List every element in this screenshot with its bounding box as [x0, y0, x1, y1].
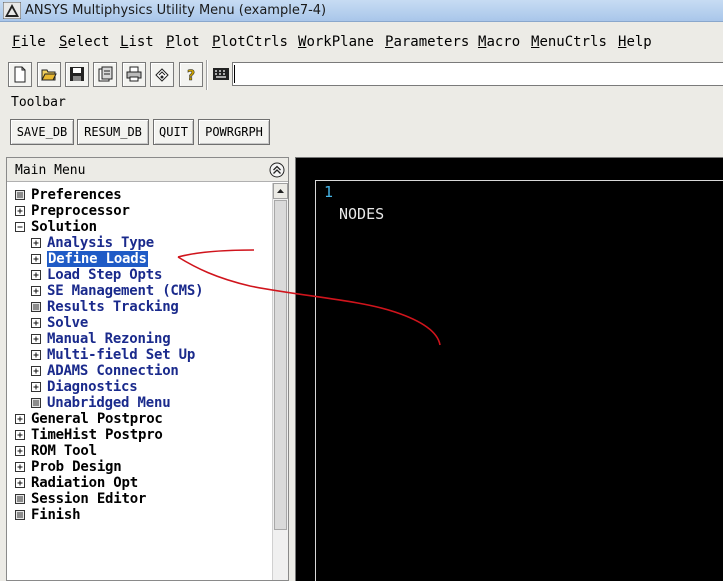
image-capture-button[interactable]: [150, 62, 174, 87]
report-icon: [98, 66, 113, 82]
menu-macro[interactable]: Macro: [478, 34, 520, 50]
menu-tree-label: Analysis Type: [47, 235, 154, 251]
expand-plus-icon[interactable]: [31, 318, 41, 328]
window-number: 1: [324, 183, 334, 201]
toolbar-label: Toolbar: [11, 95, 66, 110]
svg-text:?: ?: [187, 68, 195, 83]
menu-tree-label: Define Loads: [47, 251, 148, 267]
vertical-scrollbar[interactable]: [272, 183, 288, 580]
help-button[interactable]: ?: [179, 62, 203, 87]
open-folder-icon: [41, 69, 57, 81]
text-caret: [234, 65, 235, 83]
menu-workplane[interactable]: WorkPlane: [298, 34, 374, 50]
expand-plus-icon[interactable]: [31, 334, 41, 344]
menu-tree-label: Manual Rezoning: [47, 331, 171, 347]
save-db-button[interactable]: SAVE_DB: [10, 119, 74, 145]
menu-tree-label: Load Step Opts: [47, 267, 163, 283]
new-file-icon: [14, 66, 26, 83]
quit-button[interactable]: QUIT: [153, 119, 194, 145]
expand-plus-icon[interactable]: [15, 430, 25, 440]
menu-tree-label: Finish: [31, 507, 81, 523]
leaf-item-icon: [31, 398, 41, 408]
new-file-button[interactable]: [8, 62, 32, 87]
menu-bar: File Select List Plot PlotCtrls WorkPlane Para…: [0, 28, 723, 56]
plot-title: NODES: [339, 205, 385, 223]
scroll-up-button[interactable]: [273, 183, 288, 199]
expand-plus-icon[interactable]: [31, 286, 41, 296]
menu-tree-label: Unabridged Menu: [47, 395, 171, 411]
scroll-thumb[interactable]: [274, 200, 287, 530]
print-icon: [126, 66, 142, 82]
save-button[interactable]: [65, 62, 89, 87]
expand-plus-icon[interactable]: [15, 462, 25, 472]
collapse-up-icon[interactable]: [269, 162, 285, 178]
main-menu-header: Main Menu: [7, 158, 288, 182]
leaf-item-icon: [15, 190, 25, 200]
menu-tree-label: Radiation Opt: [31, 475, 138, 491]
main-menu-panel: Main Menu Preferences Preprocessor Solutio…: [6, 157, 289, 581]
menu-tree-label: Preprocessor: [31, 203, 130, 219]
menu-tree-label: Prob Design: [31, 459, 122, 475]
expand-plus-icon[interactable]: [31, 350, 41, 360]
menu-file[interactable]: File: [12, 34, 46, 50]
arrow-up-icon: [277, 189, 284, 193]
leaf-item-icon: [15, 494, 25, 504]
menu-help[interactable]: Help: [618, 34, 652, 50]
menu-tree-label: Results Tracking: [47, 299, 179, 315]
expand-plus-icon[interactable]: [31, 254, 41, 264]
leaf-item-icon: [15, 510, 25, 520]
toolbar-separator: [206, 60, 208, 90]
expand-plus-icon[interactable]: [15, 446, 25, 456]
menu-tree-label: Multi-field Set Up: [47, 347, 196, 363]
window-title: ANSYS Multiphysics Utility Menu (example…: [25, 3, 327, 18]
menu-tree-label: Session Editor: [31, 491, 147, 507]
main-menu-title: Main Menu: [15, 163, 86, 178]
menu-list[interactable]: List: [120, 34, 154, 50]
command-input[interactable]: [232, 62, 723, 86]
image-capture-icon: [155, 68, 169, 82]
expand-plus-icon[interactable]: [31, 366, 41, 376]
print-button[interactable]: [122, 62, 146, 87]
resum-db-button[interactable]: RESUM_DB: [77, 119, 149, 145]
collapse-minus-icon[interactable]: [15, 222, 25, 232]
expand-plus-icon[interactable]: [31, 382, 41, 392]
open-file-button[interactable]: [37, 62, 61, 87]
expand-plus-icon[interactable]: [15, 478, 25, 488]
keyboard-icon: [213, 68, 229, 80]
menu-tree-label: ROM Tool: [31, 443, 97, 459]
expand-plus-icon[interactable]: [31, 270, 41, 280]
ansys-logo-icon: [3, 2, 21, 19]
help-icon: ?: [187, 68, 196, 83]
report-button[interactable]: [93, 62, 117, 87]
menu-tree-label: SE Management (CMS): [47, 283, 204, 299]
title-bar: ANSYS Multiphysics Utility Menu (example…: [0, 0, 723, 22]
leaf-item-icon: [31, 302, 41, 312]
expand-plus-icon[interactable]: [15, 206, 25, 216]
menu-tree-label: ADAMS Connection: [47, 363, 179, 379]
menu-tree-label: TimeHist Postpro: [31, 427, 163, 443]
menu-tree-label: General Postproc: [31, 411, 163, 427]
menu-tree-label: Solve: [47, 315, 89, 331]
powrgrph-button[interactable]: POWRGRPH: [198, 119, 270, 145]
expand-plus-icon[interactable]: [15, 414, 25, 424]
menu-parameters[interactable]: Parameters: [385, 34, 469, 50]
expand-plus-icon[interactable]: [31, 238, 41, 248]
menu-menuctrls[interactable]: MenuCtrls: [531, 34, 607, 50]
menu-tree-label: Solution: [31, 219, 97, 235]
menu-plot[interactable]: Plot: [166, 34, 200, 50]
menu-tree-label: Diagnostics: [47, 379, 138, 395]
menu-select[interactable]: Select: [59, 34, 110, 50]
save-icon: [70, 67, 84, 81]
menu-tree-label: Preferences: [31, 187, 122, 203]
plot-frame: [315, 180, 723, 581]
menu-plotctrls[interactable]: PlotCtrls: [212, 34, 288, 50]
